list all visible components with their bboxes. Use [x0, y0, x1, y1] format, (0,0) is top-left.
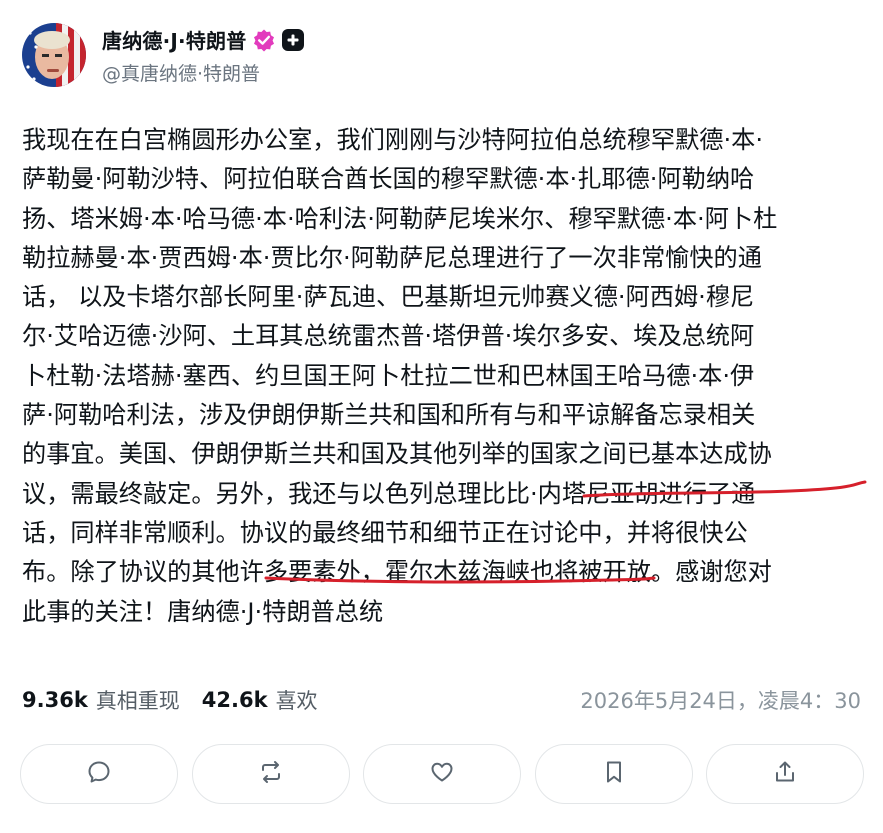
likes-label[interactable]: 喜欢: [276, 685, 318, 715]
reposts-label[interactable]: 真相重现: [96, 685, 180, 715]
action-bar: [20, 744, 864, 806]
plus-badge-icon: [282, 28, 305, 51]
share-button[interactable]: [706, 744, 864, 804]
post-stats: 9.36k 真相重现 42.6k 喜欢: [22, 680, 318, 720]
author-name-row: 唐纳德·J·特朗普: [102, 25, 305, 55]
avatar[interactable]: [22, 23, 86, 87]
share-icon: [771, 758, 799, 790]
author-display-name[interactable]: 唐纳德·J·特朗普: [102, 25, 246, 54]
post-timestamp: 2026年5月24日，凌晨4：30: [580, 689, 861, 713]
reposts-count[interactable]: 9.36k: [22, 688, 88, 712]
author-handle[interactable]: @真唐纳德·特朗普: [102, 59, 304, 86]
bookmark-icon: [600, 758, 628, 790]
author-info: 唐纳德·J·特朗普 @真唐纳德·特朗普: [102, 25, 305, 86]
repost-icon: [257, 758, 285, 790]
bookmark-button[interactable]: [534, 744, 693, 804]
post-text: 我现在在白宫椭圆形办公室，我们刚刚与沙特阿拉伯总统穆罕默德·本· 萨勒曼·阿勒沙…: [22, 126, 778, 626]
reply-button[interactable]: [20, 744, 178, 804]
likes-count[interactable]: 42.6k: [202, 688, 268, 712]
like-button[interactable]: [363, 744, 521, 804]
post-header: 唐纳德·J·特朗普 @真唐纳德·特朗普: [22, 22, 305, 88]
heart-icon: [428, 758, 456, 790]
reply-icon: [85, 758, 113, 790]
verified-badge-icon: [252, 28, 276, 52]
repost-button[interactable]: [191, 744, 350, 804]
